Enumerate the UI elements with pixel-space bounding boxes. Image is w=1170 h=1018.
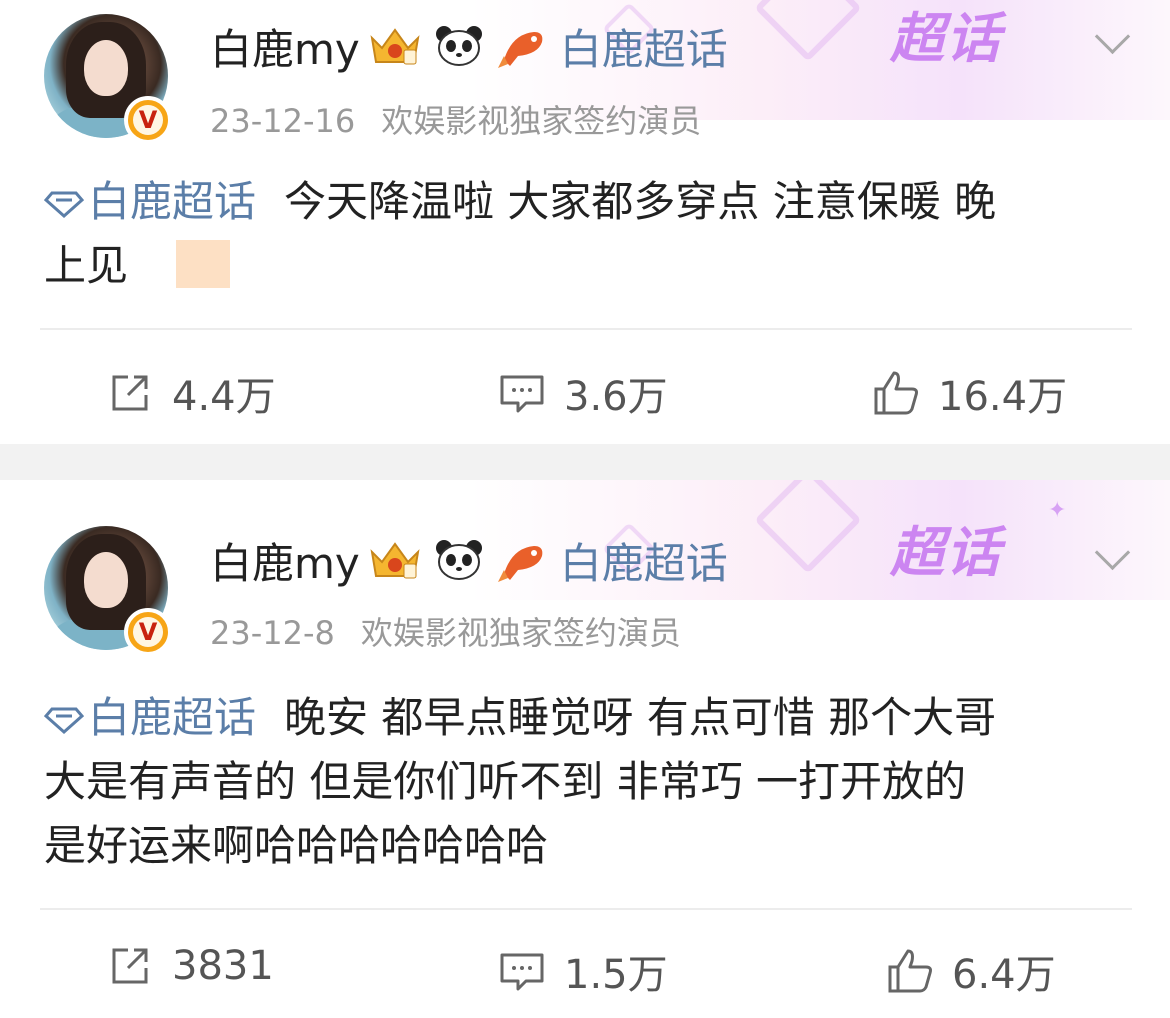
post-source: 欢娱影视独家签约演员 (381, 102, 702, 140)
username[interactable]: 白鹿my (210, 16, 360, 77)
koi-fish-icon (494, 24, 552, 68)
header-super-topic-link[interactable]: 白鹿超话 (560, 16, 728, 77)
super-topic-link[interactable]: 白鹿超话 (44, 693, 256, 742)
super-topic-link[interactable]: 白鹿超话 (44, 177, 256, 226)
panda-icon (430, 538, 488, 582)
panda-icon (430, 24, 488, 68)
repost-count: 3831 (172, 943, 274, 989)
post-header: 白鹿my 白鹿超话 (210, 530, 728, 590)
super-topic-diamond-icon (44, 191, 84, 218)
repost-button[interactable]: 3831 (106, 942, 274, 990)
post-card[interactable]: 超话 ✦ V 白鹿my 白鹿超话 23-12-8 欢娱影视独家签约演员 白鹿超话晚… (0, 480, 1170, 1018)
like-button[interactable]: 16.4万 (872, 364, 1067, 422)
post-text-line: 上见 (44, 241, 129, 290)
post-text-line: 今天降温啦 大家都多穿点 注意保暖 晚 (284, 177, 997, 226)
comment-button[interactable]: 3.6万 (498, 364, 668, 422)
post-card[interactable]: 超话 V 白鹿my 白鹿超话 23-12-16 欢娱影视独家签约演员 白鹿超话 今天… (0, 0, 1170, 444)
post-text: 白鹿超话 今天降温啦 大家都多穿点 注意保暖 晚 上见 (44, 170, 1134, 298)
like-icon (888, 949, 932, 993)
divider (40, 328, 1132, 330)
comment-icon (500, 953, 544, 991)
emoji-image (176, 240, 231, 288)
post-text: 白鹿超话 晚安 都早点睡觉呀 有点可惜 那个大哥 大是有声音的 但是你们听不到 非… (44, 686, 1134, 878)
post-text-line: 大是有声音的 但是你们听不到 非常巧 一打开放的 (44, 757, 967, 806)
like-icon (874, 371, 918, 415)
post-meta: 23-12-8 欢娱影视独家签约演员 (210, 608, 681, 654)
chevron-down-icon[interactable] (1094, 18, 1131, 55)
like-count: 16.4万 (938, 374, 1068, 420)
header-super-topic-link[interactable]: 白鹿超话 (560, 530, 728, 591)
comment-count: 3.6万 (564, 374, 668, 420)
post-date: 23-12-16 (210, 102, 356, 140)
repost-icon (112, 375, 148, 411)
comment-count: 1.5万 (564, 952, 668, 998)
koi-fish-icon (494, 538, 552, 582)
repost-icon (112, 948, 148, 984)
verified-badge: V (124, 608, 172, 656)
verified-badge: V (124, 96, 172, 144)
post-text-line: 晚安 都早点睡觉呀 有点可惜 那个大哥 (284, 693, 997, 742)
like-button[interactable]: 6.4万 (886, 942, 1056, 1000)
like-count: 6.4万 (952, 952, 1056, 998)
action-bar: 4.4万 3.6万 16.4万 (0, 356, 1170, 426)
post-meta: 23-12-16 欢娱影视独家签约演员 (210, 96, 701, 142)
action-bar: 3831 1.5万 6.4万 (0, 934, 1170, 1004)
super-topic-label: 超话 (890, 521, 1002, 584)
repost-button[interactable]: 4.4万 (106, 364, 276, 422)
sparkle-icon: ✦ (1048, 498, 1067, 523)
chevron-down-icon[interactable] (1094, 534, 1131, 571)
username[interactable]: 白鹿my (210, 530, 360, 591)
post-date: 23-12-8 (210, 614, 335, 652)
post-source: 欢娱影视独家签约演员 (360, 614, 681, 652)
crown-level-icon[interactable] (366, 538, 424, 582)
divider (40, 908, 1132, 910)
super-topic-diamond-icon (44, 707, 84, 734)
crown-level-icon[interactable] (366, 24, 424, 68)
post-header: 白鹿my 白鹿超话 (210, 16, 728, 76)
comment-button[interactable]: 1.5万 (498, 942, 668, 1000)
banner-diamond-decoration (754, 0, 862, 62)
post-text-line: 是好运来啊哈哈哈哈哈哈哈 (44, 821, 549, 870)
super-topic-label: 超话 (890, 7, 1002, 70)
banner-diamond-decoration (754, 480, 862, 574)
comment-icon (500, 375, 544, 413)
repost-count: 4.4万 (172, 374, 276, 420)
